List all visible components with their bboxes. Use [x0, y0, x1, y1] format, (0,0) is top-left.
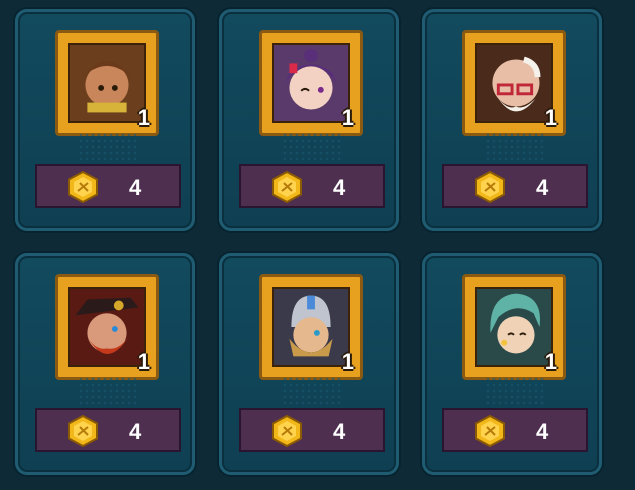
gold-hex-coin-icon — [68, 415, 98, 447]
quantity-label: 1 — [544, 105, 557, 130]
price-label: 4 — [333, 175, 346, 200]
hero-portrait-icon[interactable]: 1 — [462, 30, 566, 136]
quantity-label: 1 — [341, 105, 354, 130]
quantity-label: 1 — [544, 349, 557, 374]
shop-grid: 1 4 1 4 1 4 1 4 1 4 1 4 — [0, 0, 635, 490]
price-bar[interactable]: 4 — [35, 164, 181, 208]
price-label: 4 — [129, 175, 142, 200]
price-label: 4 — [333, 419, 346, 444]
hero-portrait-icon[interactable]: 1 — [259, 30, 363, 136]
price-label: 4 — [536, 175, 549, 200]
shop-card[interactable]: 1 4 — [422, 9, 602, 231]
hero-portrait-icon[interactable]: 1 — [55, 30, 159, 136]
price-bar[interactable]: 4 — [442, 164, 588, 208]
price-bar[interactable]: 4 — [442, 408, 588, 452]
hero-portrait-icon[interactable]: 1 — [259, 274, 363, 380]
gold-hex-coin-icon — [68, 171, 98, 203]
shop-card[interactable]: 1 4 — [219, 9, 399, 231]
hero-portrait-icon[interactable]: 1 — [55, 274, 159, 380]
shop-card[interactable]: 1 4 — [422, 253, 602, 475]
price-bar[interactable]: 4 — [35, 408, 181, 452]
gold-hex-coin-icon — [272, 415, 302, 447]
shop-card[interactable]: 1 4 — [219, 253, 399, 475]
quantity-label: 1 — [137, 349, 150, 374]
price-label: 4 — [129, 419, 142, 444]
quantity-label: 1 — [137, 105, 150, 130]
hero-portrait-icon[interactable]: 1 — [462, 274, 566, 380]
price-bar[interactable]: 4 — [239, 408, 385, 452]
shop-card[interactable]: 1 4 — [15, 9, 195, 231]
price-bar[interactable]: 4 — [239, 164, 385, 208]
shop-card[interactable]: 1 4 — [15, 253, 195, 475]
quantity-label: 1 — [341, 349, 354, 374]
price-label: 4 — [536, 419, 549, 444]
gold-hex-coin-icon — [272, 171, 302, 203]
gold-hex-coin-icon — [475, 415, 505, 447]
gold-hex-coin-icon — [475, 171, 505, 203]
